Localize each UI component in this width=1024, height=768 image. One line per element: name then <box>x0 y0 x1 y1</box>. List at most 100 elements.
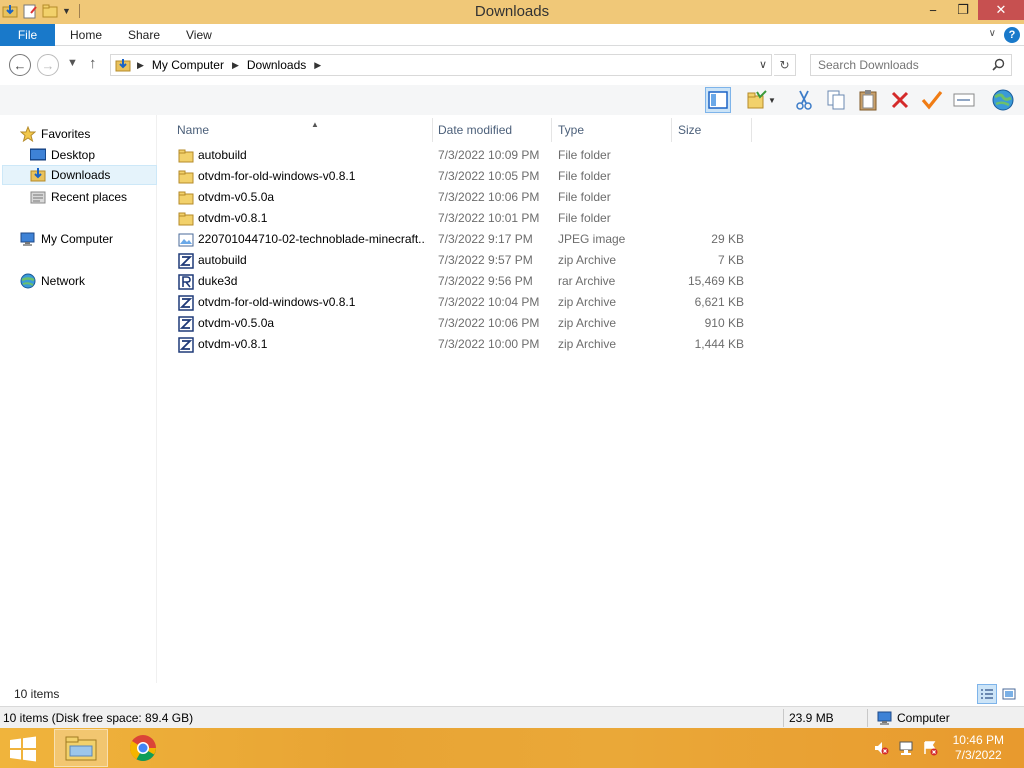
refresh-icon: ↻ <box>779 58 790 72</box>
volume-muted-icon[interactable] <box>873 740 889 756</box>
breadcrumb-separator-icon[interactable]: ▶ <box>137 60 144 71</box>
search-input[interactable] <box>811 55 986 75</box>
column-header-name[interactable]: Name ▲ <box>171 118 433 142</box>
rename-button[interactable] <box>951 87 977 113</box>
file-date-modified: 7/3/2022 9:57 PM <box>438 253 533 267</box>
delete-button[interactable] <box>887 87 913 113</box>
downloads-folder-icon[interactable] <box>2 3 18 19</box>
window-controls: − ❐ ✕ <box>918 0 1024 20</box>
paste-button[interactable] <box>855 87 881 113</box>
refresh-button[interactable]: ↻ <box>774 54 796 76</box>
new-folder-button[interactable]: ▼ <box>744 87 778 113</box>
file-explorer-icon <box>65 736 97 761</box>
network-status-icon[interactable] <box>898 740 914 756</box>
breadcrumb-separator-icon[interactable]: ▶ <box>314 60 321 71</box>
breadcrumb-downloads[interactable]: Downloads <box>247 58 306 72</box>
start-button[interactable] <box>8 736 38 762</box>
details-view-button[interactable] <box>977 684 997 704</box>
column-header-date-modified[interactable]: Date modified <box>432 118 552 142</box>
star-icon <box>20 126 36 142</box>
up-arrow-icon[interactable]: ↑ <box>89 55 97 72</box>
file-type: zip Archive <box>558 253 617 267</box>
tab-home[interactable]: Home <box>70 24 102 46</box>
status-divider <box>783 709 784 727</box>
customize-qat-chevron-icon[interactable]: ▼ <box>62 6 71 16</box>
taskbar-chrome[interactable] <box>116 729 170 767</box>
recent-locations-chevron-icon[interactable]: ▼ <box>67 57 78 69</box>
file-name: autobuild <box>198 148 247 162</box>
file-name: otvdm-for-old-windows-v0.8.1 <box>198 295 356 309</box>
close-button[interactable]: ✕ <box>978 0 1024 20</box>
column-header-label: Date modified <box>438 123 513 137</box>
nav-network[interactable]: Network <box>20 271 85 291</box>
minimize-button[interactable]: − <box>918 0 948 20</box>
forward-button[interactable]: → <box>37 54 59 76</box>
computer-icon <box>877 710 893 729</box>
help-icon[interactable]: ? <box>1004 27 1020 43</box>
nav-favorites-label: Favorites <box>41 127 91 141</box>
new-folder-icon[interactable] <box>42 3 58 19</box>
tab-view[interactable]: View <box>186 24 212 46</box>
file-row[interactable]: autobuild 7/3/2022 10:09 PM File folder <box>172 145 752 166</box>
file-row[interactable]: 220701044710-02-technoblade-minecraft...… <box>172 229 752 250</box>
search-box[interactable] <box>810 54 1012 76</box>
nav-my-computer[interactable]: My Computer <box>20 229 113 249</box>
breadcrumb-separator-icon[interactable]: ▶ <box>232 60 239 71</box>
file-size: 29 KB <box>711 232 744 246</box>
file-name: otvdm-v0.8.1 <box>198 337 268 351</box>
breadcrumb-my-computer[interactable]: My Computer <box>152 58 224 72</box>
cut-icon <box>796 90 812 110</box>
tab-file[interactable]: File <box>0 24 55 46</box>
file-row[interactable]: otvdm-v0.8.1 7/3/2022 10:00 PM zip Archive… <box>172 334 752 355</box>
nav-item-recent-places[interactable]: Recent places <box>30 187 127 207</box>
select-button[interactable] <box>919 87 945 113</box>
internet-button[interactable] <box>990 87 1016 113</box>
ribbon-expand-chevron-icon[interactable]: ∨ <box>989 28 996 39</box>
system-clock[interactable]: 10:46 PM 7/3/2022 <box>953 733 1004 763</box>
file-row[interactable]: otvdm-v0.8.1 7/3/2022 10:01 PM File folder <box>172 208 752 229</box>
column-header-label: Name <box>177 123 210 137</box>
preview-pane-button[interactable] <box>705 87 731 113</box>
file-size: 1,444 KB <box>694 337 744 351</box>
column-header-size[interactable]: Size <box>672 118 752 142</box>
back-button[interactable]: ← <box>9 54 31 76</box>
file-type: rar Archive <box>558 274 616 288</box>
tab-share[interactable]: Share <box>128 24 160 46</box>
file-row[interactable]: duke3d 7/3/2022 9:56 PM rar Archive 15,469 … <box>172 271 752 292</box>
taskbar-file-explorer[interactable] <box>54 729 108 767</box>
paste-icon <box>859 90 877 111</box>
file-row[interactable]: otvdm-for-old-windows-v0.8.1 7/3/2022 10:… <box>172 292 752 313</box>
address-history-chevron-icon[interactable]: ∨ <box>759 58 767 71</box>
nav-item-downloads[interactable]: Downloads <box>2 165 157 185</box>
rar-archive-icon <box>178 274 194 290</box>
file-row[interactable]: autobuild 7/3/2022 9:57 PM zip Archive 7 KB <box>172 250 752 271</box>
properties-icon[interactable] <box>22 3 38 19</box>
file-row[interactable]: otvdm-v0.5.0a 7/3/2022 10:06 PM File folde… <box>172 187 752 208</box>
address-bar[interactable]: ▶ My Computer ▶ Downloads ▶ ∨ <box>110 54 772 76</box>
taskbar: 10:46 PM 7/3/2022 <box>0 728 1024 768</box>
file-type: File folder <box>558 148 611 162</box>
file-row[interactable]: otvdm-for-old-windows-v0.8.1 7/3/2022 10:… <box>172 166 752 187</box>
file-type: File folder <box>558 190 611 204</box>
search-icon[interactable] <box>992 58 1005 74</box>
nav-favorites[interactable]: Favorites <box>20 124 90 144</box>
network-icon <box>20 273 36 289</box>
large-icons-view-button[interactable] <box>999 684 1019 704</box>
back-arrow-icon: ← <box>13 57 27 73</box>
file-row[interactable]: otvdm-v0.5.0a 7/3/2022 10:06 PM zip Archiv… <box>172 313 752 334</box>
folder-icon <box>178 211 194 227</box>
column-header-type[interactable]: Type <box>552 118 672 142</box>
action-center-icon[interactable] <box>922 740 938 756</box>
zip-archive-icon <box>178 253 194 269</box>
nav-item-desktop[interactable]: Desktop <box>30 145 95 165</box>
column-header-label: Type <box>558 123 585 137</box>
restore-button[interactable]: ❐ <box>948 0 978 20</box>
copy-button[interactable] <box>823 87 849 113</box>
quick-access-toolbar: ▼ <box>2 3 80 19</box>
file-type: JPEG image <box>558 232 626 246</box>
cut-button[interactable] <box>791 87 817 113</box>
file-size: 7 KB <box>717 253 744 267</box>
file-name: otvdm-v0.5.0a <box>198 316 275 330</box>
file-date-modified: 7/3/2022 10:01 PM <box>438 211 540 225</box>
navigation-bar: ← → ▼ ↑ ▶ My Computer ▶ Downloads ▶ ∨ ↻ <box>0 47 1024 85</box>
